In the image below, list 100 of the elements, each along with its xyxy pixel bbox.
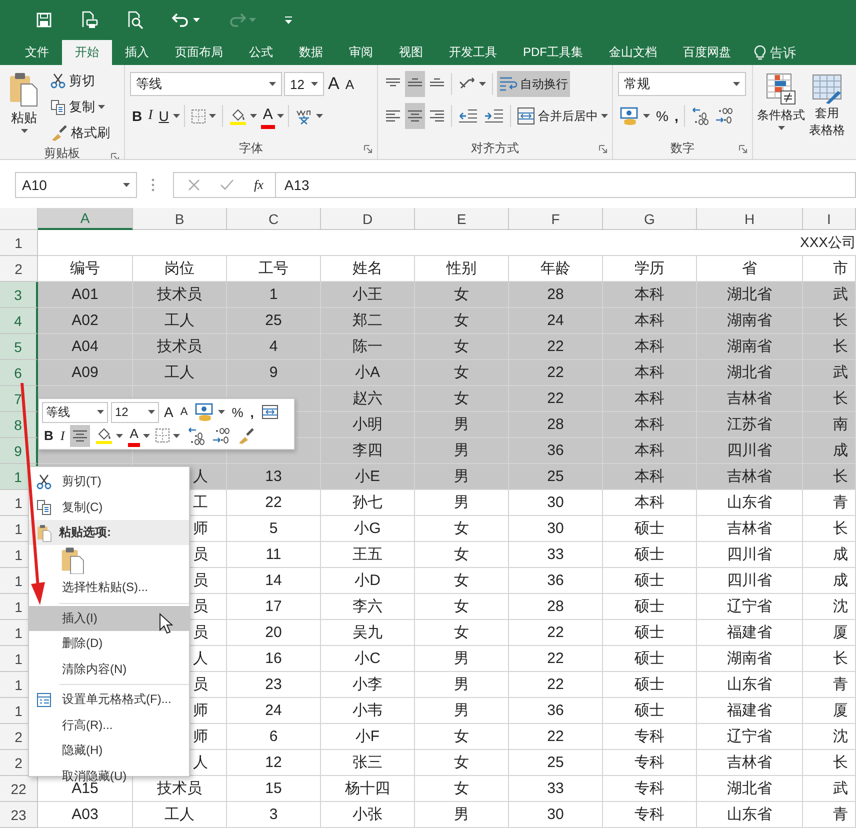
percent-button[interactable]: %	[230, 401, 246, 424]
customize-icon[interactable]	[284, 16, 293, 24]
print-icon[interactable]	[80, 11, 98, 29]
ribbon-tab[interactable]: 文件	[12, 40, 62, 65]
wrap-text-button[interactable]: 自动换行	[497, 71, 570, 97]
font-size-field[interactable]: 12	[284, 72, 324, 96]
more-icon[interactable]	[151, 178, 155, 192]
borders-icon[interactable]	[190, 108, 206, 124]
ribbon-tab[interactable]: PDF工具集	[510, 40, 596, 65]
shrink-font-button[interactable]: A	[178, 401, 190, 424]
center-align-icon[interactable]	[72, 428, 88, 443]
grow-font-button[interactable]: A	[326, 71, 342, 97]
cut-button[interactable]: 剪切	[47, 69, 113, 93]
underline-button[interactable]: U	[156, 103, 171, 129]
caret-icon[interactable]	[20, 129, 28, 133]
dialog-launcher-icon[interactable]	[364, 145, 372, 153]
left-align-icon[interactable]	[385, 109, 401, 123]
lightbulb-icon[interactable]	[754, 44, 766, 60]
number-format-field[interactable]: 常规	[618, 72, 746, 96]
column-header[interactable]: A	[38, 208, 133, 230]
insert-function-button[interactable]: fx	[254, 177, 264, 193]
row-header[interactable]: 4	[0, 308, 38, 334]
caret-icon[interactable]	[97, 410, 104, 414]
wrap-text-icon[interactable]	[499, 76, 517, 92]
caret-icon[interactable]	[250, 114, 257, 118]
right-align-icon[interactable]	[429, 109, 445, 123]
ribbon-tab[interactable]: 审阅	[336, 40, 386, 65]
paste-button[interactable]: 粘贴	[5, 69, 43, 145]
caret-icon[interactable]	[778, 126, 784, 130]
vertical-align-button[interactable]	[405, 71, 425, 97]
dialog-launcher-icon[interactable]	[739, 145, 747, 153]
caret-icon[interactable]	[98, 105, 105, 109]
ribbon-tab[interactable]: 插入	[112, 40, 162, 65]
dialog-launcher-icon[interactable]	[599, 145, 607, 153]
format-painter-button[interactable]: 格式刷	[47, 121, 113, 145]
table-format-icon[interactable]	[812, 73, 842, 105]
row-header[interactable]: 2	[0, 256, 38, 282]
increase-decimal-icon[interactable]	[691, 107, 710, 125]
center-align-button[interactable]	[70, 424, 90, 447]
shrink-font-button[interactable]: A	[343, 71, 356, 97]
caret-icon[interactable]	[123, 183, 130, 187]
row-header[interactable]: 5	[0, 334, 38, 360]
italic-button[interactable]: I	[58, 424, 67, 447]
fill-color-icon[interactable]	[94, 427, 113, 444]
caret-icon[interactable]	[269, 82, 276, 86]
merge-center-icon[interactable]	[517, 107, 535, 125]
scissors-icon[interactable]	[36, 474, 52, 490]
phonetic-guide-icon[interactable]	[294, 108, 313, 124]
column-header[interactable]: G	[603, 208, 697, 230]
ribbon-tab[interactable]: 开始	[62, 40, 112, 65]
caret-icon[interactable]	[172, 114, 180, 118]
ribbon-tab[interactable]: 金山文档	[596, 40, 670, 65]
ribbon-tab[interactable]: 百度网盘	[670, 40, 744, 65]
row-header[interactable]: 8	[0, 412, 38, 438]
undo-icon[interactable]	[172, 13, 190, 27]
row-header[interactable]: 22	[0, 776, 38, 802]
format-painter-icon[interactable]	[50, 125, 68, 141]
caret-icon[interactable]	[733, 82, 740, 86]
format-cells-icon[interactable]	[36, 692, 52, 708]
center-align-icon[interactable]	[407, 109, 423, 123]
font-color-button[interactable]: A	[260, 103, 275, 129]
ribbon-tab[interactable]: 开发工具	[436, 40, 510, 65]
percent-button[interactable]: %	[654, 103, 670, 129]
row-header[interactable]: 1	[0, 230, 38, 256]
column-header[interactable]: D	[321, 208, 415, 230]
print-preview-icon[interactable]	[126, 11, 144, 29]
ribbon-tab[interactable]: 页面布局	[162, 40, 236, 65]
increase-indent-icon[interactable]	[484, 108, 504, 124]
row-header[interactable]: 9	[0, 438, 38, 464]
column-header[interactable]: B	[133, 208, 227, 230]
paste-icon[interactable]	[36, 524, 52, 542]
column-header[interactable]: C	[227, 208, 321, 230]
row-header[interactable]: 7	[0, 386, 38, 412]
caret-icon[interactable]	[193, 18, 200, 22]
caret-icon[interactable]	[276, 114, 284, 118]
conditional-format-button[interactable]: 条件格式	[756, 71, 806, 132]
row-header[interactable]: 3	[0, 282, 38, 308]
copy-button[interactable]: 复制	[47, 95, 113, 119]
conditional-format-icon[interactable]	[765, 73, 797, 105]
caret-icon[interactable]	[208, 114, 216, 118]
borders-icon[interactable]	[155, 428, 170, 444]
comma-style-button[interactable]: ,	[248, 401, 256, 424]
comma-style-button[interactable]: ,	[672, 103, 680, 129]
accounting-format-icon[interactable]	[620, 107, 640, 125]
scissors-icon[interactable]	[50, 73, 66, 89]
row-header[interactable]: 23	[0, 802, 38, 828]
caret-icon[interactable]	[311, 82, 318, 86]
font-name-field[interactable]: 等线	[130, 72, 282, 96]
caret-icon[interactable]	[601, 114, 608, 118]
decrease-decimal-icon[interactable]	[715, 107, 734, 125]
fill-color-icon[interactable]	[228, 108, 247, 124]
column-header[interactable]: I	[803, 208, 856, 230]
font-name-field[interactable]: 等线	[42, 402, 108, 423]
dialog-launcher-icon[interactable]	[111, 153, 119, 159]
accounting-format-button[interactable]	[192, 401, 227, 424]
menu-item[interactable]: 插入(I)	[29, 606, 189, 631]
formula-field[interactable]: A13	[275, 172, 856, 198]
ribbon-tab[interactable]: 视图	[386, 40, 436, 65]
paste-icon[interactable]	[9, 71, 39, 107]
decrease-indent-icon[interactable]	[458, 108, 478, 124]
